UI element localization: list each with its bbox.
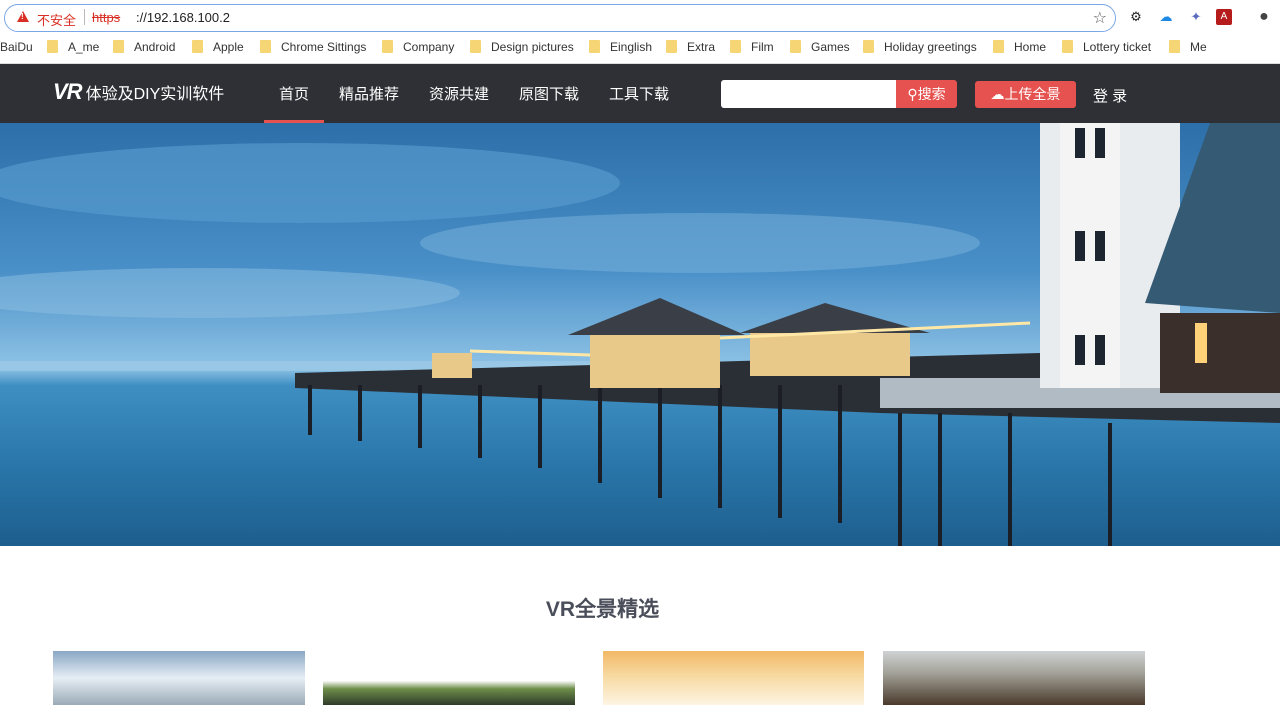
address-bar[interactable]: 不安全 https ://192.168.100.2 ☆	[4, 4, 1116, 32]
bookmark-label: Android	[134, 40, 176, 54]
panorama-thumbnail[interactable]	[53, 651, 305, 705]
panorama-thumbnail[interactable]	[323, 651, 575, 705]
bookmark-folder[interactable]: Company	[382, 38, 454, 58]
bookmark-label: Chrome Sittings	[281, 40, 367, 54]
bookmark-folder[interactable]: Android	[113, 38, 175, 58]
bookmark-label: Lottery ticket	[1083, 40, 1152, 54]
folder-icon	[113, 40, 124, 53]
bookmark-folder[interactable]: Home	[993, 38, 1046, 58]
panorama-thumbnail[interactable]	[883, 651, 1145, 705]
folder-icon	[47, 40, 58, 53]
section-title: VR全景精选	[545, 598, 660, 621]
nav-original-download[interactable]: 原图下载	[519, 83, 579, 104]
folder-icon	[260, 40, 271, 53]
bookmark-label: BaiDu	[0, 40, 33, 54]
pdf-extension-icon[interactable]: A	[1216, 9, 1232, 25]
security-label[interactable]: 不安全	[37, 10, 76, 29]
hero-banner[interactable]	[0, 123, 1280, 546]
logo-text: 体验及DIY实训软件	[85, 86, 225, 103]
folder-icon	[470, 40, 481, 53]
bookmarks-bar: BaiDu A_me Android Apple Chrome Sittings…	[0, 38, 1280, 58]
bookmark-folder[interactable]: Design pictures	[470, 38, 574, 58]
folder-icon	[589, 40, 600, 53]
folder-icon	[1169, 40, 1180, 53]
nav-tools-download[interactable]: 工具下载	[609, 83, 669, 104]
bookmark-folder[interactable]: Film	[730, 38, 774, 58]
bookmark-label: Company	[403, 40, 455, 54]
logo-mark: VR	[53, 79, 83, 104]
bookmark-label: Games	[811, 40, 850, 54]
warning-icon[interactable]	[17, 11, 29, 22]
bookmark-label: Holiday greetings	[884, 40, 977, 54]
site-header: VR 体验及DIY实训软件 首页 精品推荐 资源共建 原图下载 工具下载 ⚲搜索 …	[0, 64, 1280, 123]
cloud-upload-icon: ☁	[990, 86, 1005, 102]
search-button[interactable]: ⚲搜索	[896, 80, 957, 108]
folder-icon	[1062, 40, 1073, 53]
bookmark-label: Me	[1190, 40, 1207, 54]
nav-featured[interactable]: 精品推荐	[339, 83, 399, 104]
bookmark-folder[interactable]: A_me	[47, 38, 99, 58]
folder-icon	[730, 40, 741, 53]
upload-button-label: 上传全景	[1004, 86, 1061, 102]
bookmark-label: A_me	[68, 40, 100, 54]
folder-icon	[382, 40, 393, 53]
folder-icon	[790, 40, 801, 53]
folder-icon	[666, 40, 677, 53]
search-button-label: 搜索	[917, 86, 946, 102]
bookmark-folder[interactable]: Games	[790, 38, 850, 58]
site-logo[interactable]: VR 体验及DIY实训软件	[53, 79, 224, 105]
bookmark-baidu[interactable]: BaiDu	[0, 38, 33, 58]
bookmark-label: Apple	[213, 40, 244, 54]
profile-icon[interactable]: ●	[1256, 9, 1272, 25]
bookmark-folder[interactable]: Einglish	[589, 38, 652, 58]
cloud-extension-icon[interactable]: ☁	[1158, 9, 1174, 25]
login-link[interactable]: 登 录	[1093, 85, 1127, 106]
panorama-thumbnail[interactable]	[603, 651, 864, 705]
bookmark-folder[interactable]: Lottery ticket	[1062, 38, 1151, 58]
nav-resources[interactable]: 资源共建	[429, 83, 489, 104]
bookmark-folder[interactable]: Extra	[666, 38, 715, 58]
url-scheme[interactable]: https	[92, 10, 120, 25]
bookmark-folder[interactable]: Me	[1169, 38, 1207, 58]
browser-chrome: 不安全 https ://192.168.100.2 ☆ ⚙ ☁ ✦ A ● B…	[0, 0, 1280, 64]
nav-home[interactable]: 首页	[279, 83, 309, 104]
folder-icon	[192, 40, 203, 53]
search-icon: ⚲	[907, 86, 918, 102]
pier-scene-image	[0, 123, 1280, 546]
bookmark-star-icon[interactable]: ☆	[1093, 8, 1107, 28]
bookmark-label: Extra	[687, 40, 716, 54]
bookmark-label: Home	[1014, 40, 1047, 54]
extension-icon-1[interactable]: ⚙	[1128, 9, 1144, 25]
address-divider	[84, 9, 85, 25]
folder-icon	[993, 40, 1004, 53]
bookmark-label: Einglish	[610, 40, 653, 54]
bookmark-label: Film	[751, 40, 774, 54]
bookmark-label: Design pictures	[491, 40, 574, 54]
search-input[interactable]	[721, 80, 897, 108]
folder-icon	[863, 40, 874, 53]
bookmark-folder[interactable]: Chrome Sittings	[260, 38, 366, 58]
bookmark-folder[interactable]: Apple	[192, 38, 244, 58]
bird-extension-icon[interactable]: ✦	[1188, 9, 1204, 25]
url-host[interactable]: ://192.168.100.2	[136, 10, 230, 25]
upload-panorama-button[interactable]: ☁上传全景	[975, 81, 1076, 108]
bookmark-folder[interactable]: Holiday greetings	[863, 38, 977, 58]
